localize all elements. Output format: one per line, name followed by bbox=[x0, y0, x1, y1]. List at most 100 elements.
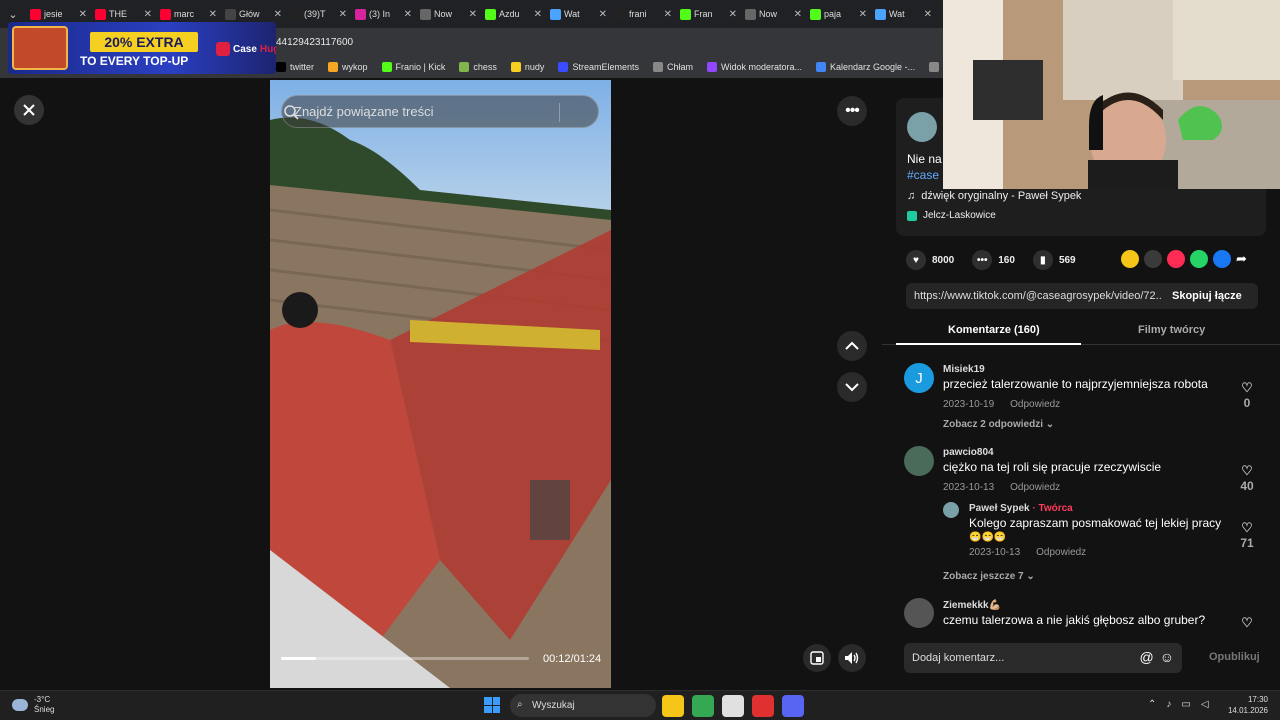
bookmark-item[interactable]: Widok moderatora... bbox=[706, 62, 802, 72]
video-progress-bar[interactable] bbox=[281, 657, 529, 660]
next-video-button[interactable] bbox=[837, 372, 867, 402]
tab-comments[interactable]: Komentarze (160) bbox=[948, 324, 1040, 336]
network-icon[interactable]: ▭ bbox=[1181, 699, 1190, 710]
video-url[interactable]: https://www.tiktok.com/@caseagrosypek/vi… bbox=[906, 290, 1162, 302]
comment-avatar[interactable]: J bbox=[904, 363, 934, 393]
tab-close-icon[interactable]: ✕ bbox=[274, 9, 282, 20]
reply-user[interactable]: Paweł Sypek · Twórca bbox=[969, 503, 1229, 514]
copy-link-button[interactable]: Skopiuj łącze bbox=[1162, 290, 1242, 302]
comment-avatar[interactable] bbox=[904, 446, 934, 476]
reply-like[interactable]: ♡ 71 bbox=[1237, 520, 1257, 550]
browser-tab[interactable]: Azdu ✕ bbox=[481, 3, 546, 25]
taskbar-app-icon[interactable] bbox=[752, 695, 774, 717]
publish-button[interactable]: Opublikuj bbox=[1209, 651, 1260, 663]
close-button[interactable] bbox=[14, 95, 44, 125]
browser-tab[interactable]: Wat ✕ bbox=[546, 3, 611, 25]
speaker-icon[interactable]: ◁ bbox=[1201, 699, 1209, 710]
tab-close-icon[interactable]: ✕ bbox=[664, 9, 672, 20]
browser-tab[interactable]: Wat ✕ bbox=[871, 3, 936, 25]
related-search-input[interactable]: Znajdź powiązane treści bbox=[281, 95, 599, 128]
pip-button[interactable] bbox=[803, 644, 831, 672]
share-option-icon[interactable] bbox=[1121, 250, 1139, 268]
taskbar-app-icon[interactable] bbox=[662, 695, 684, 717]
share-option-icon[interactable] bbox=[1190, 250, 1208, 268]
reply-button[interactable]: Odpowiedz bbox=[1010, 482, 1060, 493]
browser-tab[interactable]: (39)T ✕ bbox=[286, 3, 351, 25]
browser-tab[interactable]: Fran ✕ bbox=[676, 3, 741, 25]
view-more-replies-button[interactable]: Zobacz jeszcze 7 ⌄ bbox=[943, 571, 1035, 582]
reply-date: 2023-10-13 bbox=[969, 547, 1021, 558]
ad-banner[interactable]: 20% EXTRA TO EVERY TOP-UP CaseHug bbox=[8, 22, 276, 74]
comment-list[interactable]: J Misiek19 przecież talerzowanie to najp… bbox=[882, 360, 1280, 630]
comment-user[interactable]: Misiek19 bbox=[943, 364, 1233, 375]
post-hashtag[interactable]: #case bbox=[907, 168, 939, 182]
reply-avatar[interactable] bbox=[943, 502, 959, 518]
tab-close-icon[interactable]: ✕ bbox=[339, 9, 347, 20]
tab-close-icon[interactable]: ✕ bbox=[729, 9, 737, 20]
previous-video-button[interactable] bbox=[837, 331, 867, 361]
browser-tab[interactable]: (3) In ✕ bbox=[351, 3, 416, 25]
share-option-icon[interactable] bbox=[1213, 250, 1231, 268]
bookmark-item[interactable]: nudy bbox=[510, 62, 544, 72]
mention-icon[interactable]: @ bbox=[1139, 649, 1153, 665]
reply-button[interactable]: Odpowiedz bbox=[1010, 399, 1060, 410]
more-options-button[interactable]: ••• bbox=[837, 96, 867, 126]
browser-tab[interactable]: Now ✕ bbox=[416, 3, 481, 25]
volume-button[interactable] bbox=[838, 644, 866, 672]
search-icon[interactable] bbox=[282, 103, 300, 121]
comment-user[interactable]: Ziemekkk💪🏼 bbox=[943, 600, 1233, 611]
author-avatar[interactable] bbox=[907, 112, 937, 142]
comment-like[interactable]: ♡ bbox=[1237, 615, 1257, 630]
location-link[interactable]: Jelcz-Laskowice bbox=[907, 210, 996, 221]
comment-input[interactable]: Dodaj komentarz... @ ☺ bbox=[904, 643, 1182, 673]
tab-close-icon[interactable]: ✕ bbox=[599, 9, 607, 20]
microphone-icon[interactable]: ♪ bbox=[1166, 699, 1171, 710]
chevron-up-icon[interactable]: ⌃ bbox=[1148, 699, 1156, 710]
browser-tab[interactable]: Now ✕ bbox=[741, 3, 806, 25]
tab-close-icon[interactable]: ✕ bbox=[924, 9, 932, 20]
browser-tab[interactable]: frani ✕ bbox=[611, 3, 676, 25]
clock[interactable]: 17:30 14.01.2026 bbox=[1226, 694, 1268, 716]
browser-tab[interactable]: paja ✕ bbox=[806, 3, 871, 25]
save-button[interactable]: ▮ 569 bbox=[1032, 250, 1076, 270]
bookmark-item[interactable]: chess bbox=[459, 62, 497, 72]
ad-brand-a: Case bbox=[233, 43, 257, 55]
view-replies-button[interactable]: Zobacz 2 odpowiedzi ⌄ bbox=[943, 419, 1054, 430]
share-option-icon[interactable] bbox=[1144, 250, 1162, 268]
video-player[interactable]: Znajdź powiązane treści 00:12/01:24 bbox=[270, 80, 611, 688]
taskbar-app-icon[interactable] bbox=[782, 695, 804, 717]
comment-user[interactable]: pawcio804 bbox=[943, 447, 1233, 458]
bookmark-item[interactable]: twitter bbox=[276, 62, 314, 72]
like-button[interactable]: ♥ 8000 bbox=[906, 250, 954, 270]
share-arrow-icon[interactable]: ➦ bbox=[1236, 251, 1247, 267]
tab-close-icon[interactable]: ✕ bbox=[469, 9, 477, 20]
comment-button[interactable]: ••• 160 bbox=[972, 250, 1015, 270]
share-option-icon[interactable] bbox=[1167, 250, 1185, 268]
bookmark-item[interactable]: Kalendarz Google -... bbox=[816, 62, 915, 72]
tab-close-icon[interactable]: ✕ bbox=[144, 9, 152, 20]
bookmark-item[interactable]: StreamElements bbox=[558, 62, 639, 72]
taskbar-app-icon[interactable] bbox=[692, 695, 714, 717]
tab-close-icon[interactable]: ✕ bbox=[404, 9, 412, 20]
tab-creator-videos[interactable]: Filmy twórcy bbox=[1138, 324, 1205, 336]
comment-like[interactable]: ♡ 40 bbox=[1237, 463, 1257, 493]
emoji-icon[interactable]: ☺ bbox=[1160, 649, 1174, 665]
tab-close-icon[interactable]: ✕ bbox=[79, 9, 87, 20]
taskbar-app-icon[interactable] bbox=[722, 695, 744, 717]
comment-avatar[interactable] bbox=[904, 598, 934, 628]
start-button[interactable] bbox=[484, 697, 500, 713]
system-tray[interactable]: ⌃ ♪ ▭ ◁ bbox=[1148, 699, 1209, 710]
taskbar-search[interactable]: ⌕ Wyszukaj bbox=[510, 694, 656, 717]
tab-close-icon[interactable]: ✕ bbox=[534, 9, 542, 20]
tab-close-icon[interactable]: ✕ bbox=[209, 9, 217, 20]
tab-favicon-icon bbox=[290, 8, 301, 20]
tab-close-icon[interactable]: ✕ bbox=[794, 9, 802, 20]
reply-button[interactable]: Odpowiedz bbox=[1036, 547, 1086, 558]
bookmark-item[interactable]: Franio | Kick bbox=[381, 62, 445, 72]
bookmark-item[interactable]: Chłam bbox=[652, 62, 693, 72]
weather-widget[interactable]: -3°C Śnieg bbox=[12, 695, 54, 715]
sound-link[interactable]: ♫ dźwięk oryginalny - Paweł Sypek bbox=[907, 190, 1081, 202]
bookmark-item[interactable]: wykop bbox=[328, 62, 368, 72]
comment-like[interactable]: ♡ 0 bbox=[1237, 380, 1257, 410]
tab-close-icon[interactable]: ✕ bbox=[859, 9, 867, 20]
